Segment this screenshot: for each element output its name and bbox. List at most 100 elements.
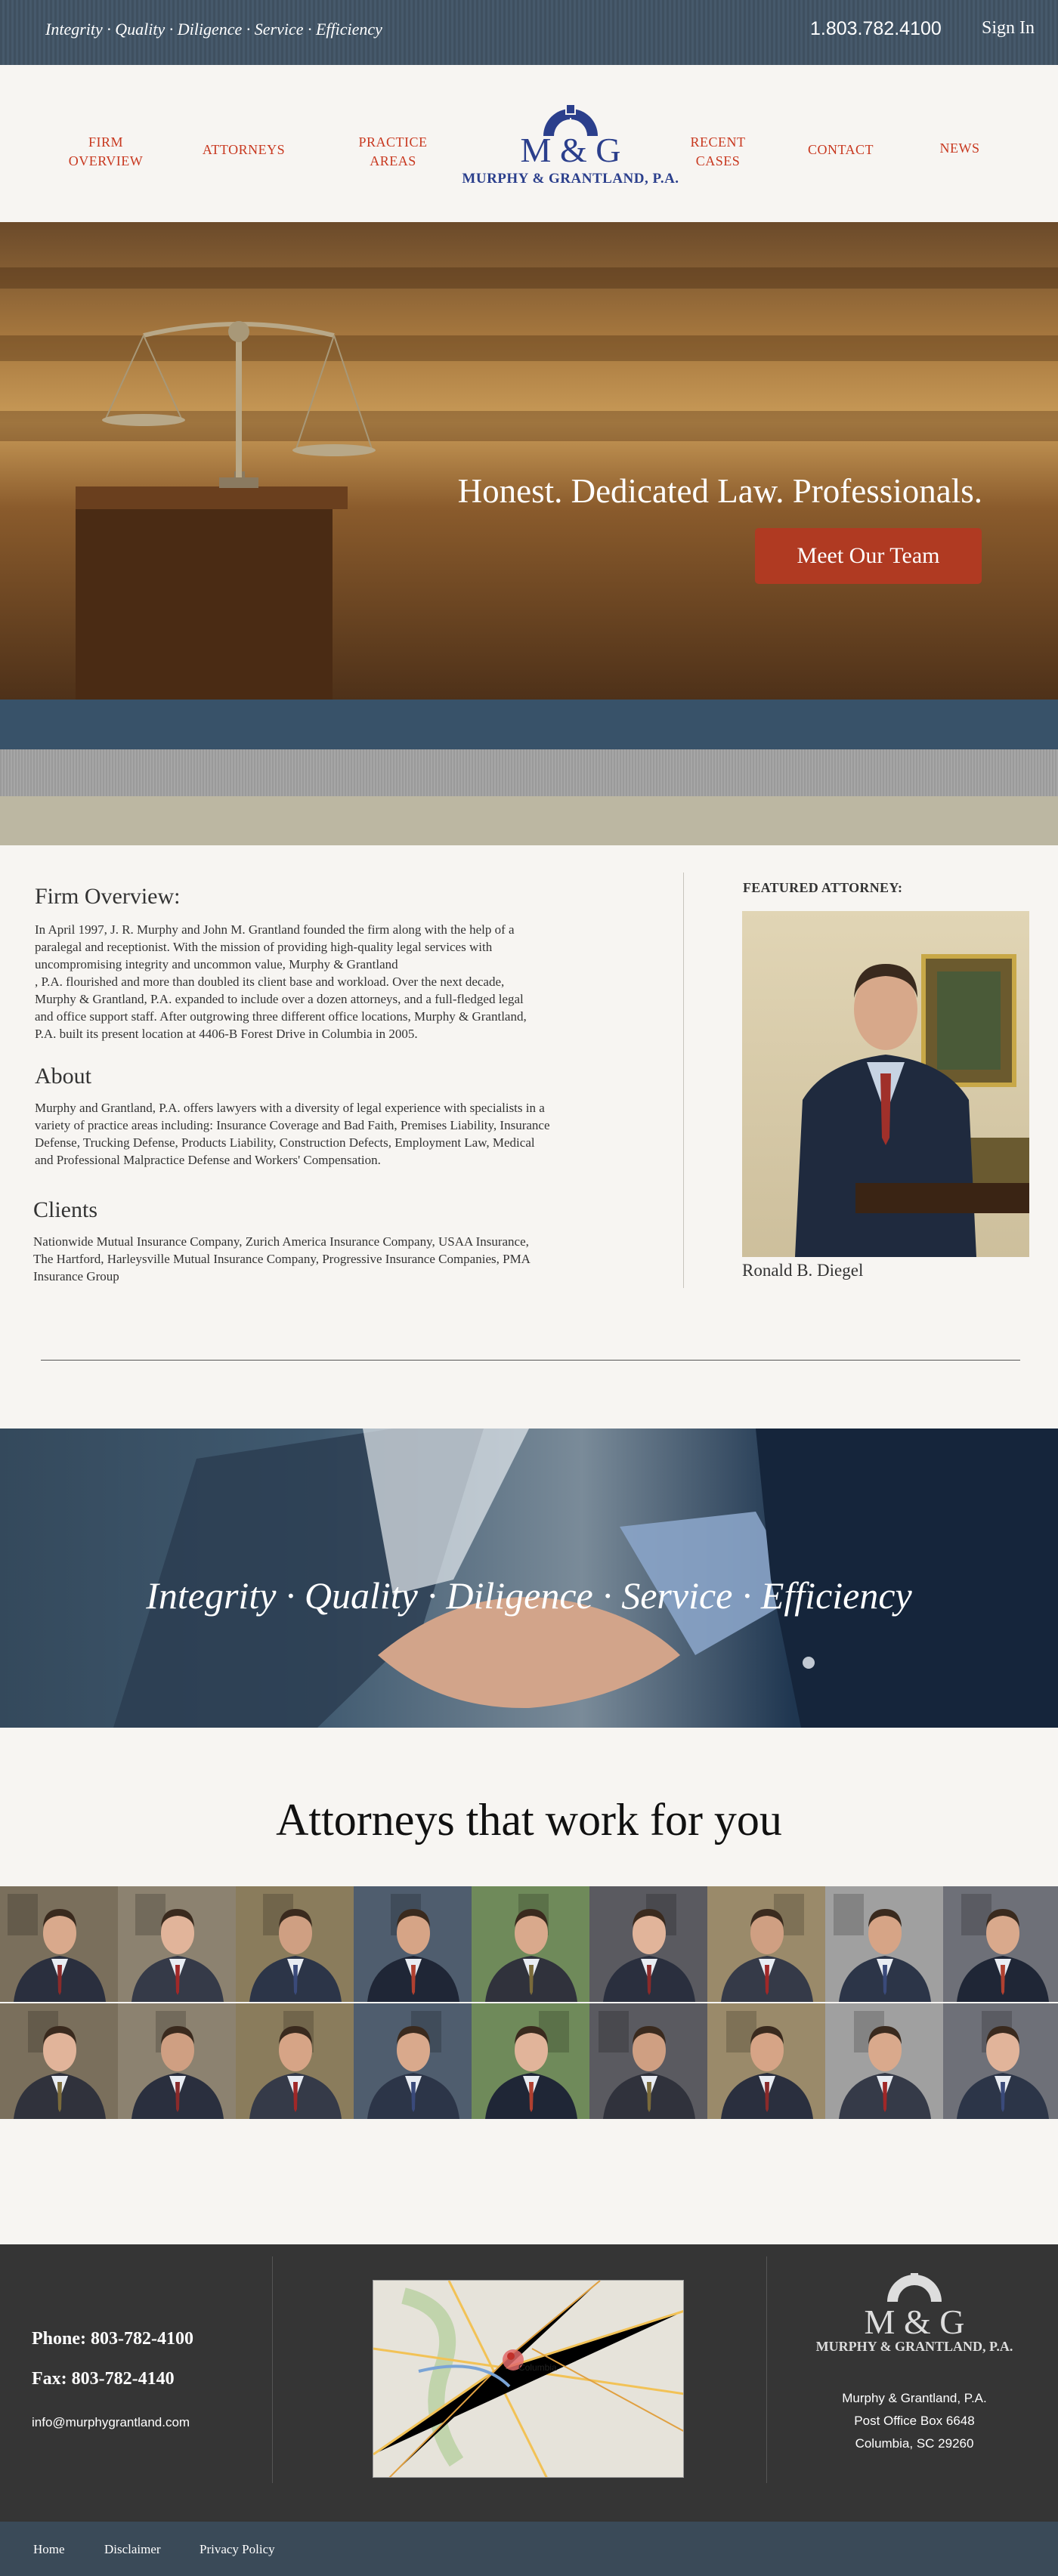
attorney-thumbnail[interactable] <box>707 1886 827 2002</box>
text-line: Murphy and Grantland, P.A. offers lawyer… <box>35 1101 545 1115</box>
attorney-thumbnail[interactable] <box>825 1886 945 2002</box>
nav-label: PRACTICE <box>358 134 428 150</box>
footer-fax: Fax: 803-782-4140 <box>32 2369 175 2389</box>
nav-contact[interactable]: CONTACT <box>797 141 884 159</box>
text-line: variety of practice areas including: Ins… <box>35 1118 550 1132</box>
attorney-thumbnail[interactable] <box>472 2003 591 2119</box>
attorney-portrait-icon <box>599 2011 695 2119</box>
text-line: P.A. built its present location at 4406-… <box>35 1027 418 1041</box>
text-line: Defense, Trucking Defense, Products Liab… <box>35 1135 535 1150</box>
attorney-thumbnail[interactable] <box>707 2003 827 2119</box>
about-text: Murphy and Grantland, P.A. offers lawyer… <box>35 1099 654 1169</box>
sign-in-link[interactable]: Sign In <box>982 18 1035 39</box>
featured-attorney-name[interactable]: Ronald B. Diegel <box>742 1261 863 1280</box>
attorney-thumbnail[interactable] <box>118 1886 237 2002</box>
footer-link-privacy-policy[interactable]: Privacy Policy <box>200 2542 275 2557</box>
footer-link-home[interactable]: Home <box>33 2542 65 2557</box>
attorney-thumbnail[interactable] <box>472 1886 591 2002</box>
text-line: The Hartford, Harleysville Mutual Insura… <box>33 1252 531 1266</box>
attorney-portrait-icon <box>485 1894 577 2002</box>
attorney-thumbnail[interactable] <box>0 1886 119 2002</box>
attorney-portrait-icon <box>721 2011 813 2119</box>
attorney-portrait-icon <box>367 1894 459 2002</box>
decorative-band <box>0 796 1058 845</box>
attorney-portrait-icon <box>795 954 1029 1257</box>
nav-label: NEWS <box>939 141 980 156</box>
nav-attorneys[interactable]: ATTORNEYS <box>196 141 291 159</box>
attorney-portrait-icon <box>131 2011 224 2119</box>
tagline: Integrity · Quality · Diligence · Servic… <box>45 20 382 39</box>
office-map[interactable]: Columbia <box>373 2280 684 2478</box>
map-icon <box>373 2281 683 2477</box>
attorney-thumbnail[interactable] <box>354 1886 473 2002</box>
nav-practice-areas[interactable]: PRACTICE AREAS <box>348 133 438 171</box>
featured-attorney-photo[interactable] <box>742 911 1029 1257</box>
content-divider <box>683 873 684 1288</box>
attorney-thumbnail[interactable] <box>354 2003 473 2119</box>
attorney-portrait-icon <box>839 2011 931 2119</box>
attorney-portrait-icon <box>603 1894 695 2002</box>
footer-phone[interactable]: Phone: 803-782-4100 <box>32 2329 193 2349</box>
footer-logo-firm-name: MURPHY & GRANTLAND, P.A. <box>815 2339 1013 2354</box>
attorney-portrait-icon <box>957 2011 1049 2119</box>
attorney-thumbnail[interactable] <box>943 1886 1058 2002</box>
text-line: Nationwide Mutual Insurance Company, Zur… <box>33 1234 529 1249</box>
attorney-thumbnail[interactable] <box>118 2003 237 2119</box>
clients-text: Nationwide Mutual Insurance Company, Zur… <box>33 1233 653 1285</box>
text-line: and office support staff. After outgrowi… <box>35 1009 527 1024</box>
scales-of-justice-icon <box>76 321 376 700</box>
attorney-thumbnail[interactable] <box>236 1886 355 2002</box>
footer-address-line: Post Office Box 6648 <box>854 2414 975 2428</box>
attorney-portrait-icon <box>485 2011 577 2119</box>
text-line: and Professional Malpractice Defense and… <box>35 1153 381 1167</box>
phone-number[interactable]: 1.803.782.4100 <box>810 18 942 40</box>
firm-overview-text: In April 1997, J. R. Murphy and John M. … <box>35 921 654 1042</box>
values-banner-text: Integrity · Quality · Diligence · Servic… <box>146 1574 912 1617</box>
map-city-label: Columbia <box>518 2362 557 2373</box>
meet-our-team-button[interactable]: Meet Our Team <box>755 528 982 584</box>
text-line: uncompromising integrity and uncommon va… <box>35 957 398 971</box>
attorney-portrait-icon <box>249 1894 342 2002</box>
clients-title: Clients <box>33 1197 98 1222</box>
footer-address-line: Murphy & Grantland, P.A. <box>842 2391 987 2405</box>
nav-label: RECENT <box>690 134 746 150</box>
attorney-thumbnail[interactable] <box>825 2003 945 2119</box>
footer-logo-monogram: M & G <box>864 2303 965 2341</box>
hero-heading: Honest. Dedicated Law. Professionals. <box>457 472 982 510</box>
nav-news[interactable]: NEWS <box>930 139 990 158</box>
nav-label: AREAS <box>370 153 416 168</box>
attorney-thumbnail[interactable] <box>0 2003 119 2119</box>
attorney-thumbnail[interactable] <box>589 1886 709 2002</box>
decorative-band <box>0 700 1058 749</box>
attorney-portrait-icon <box>131 1894 224 2002</box>
attorney-portrait-icon <box>721 1894 813 2002</box>
attorney-portrait-icon <box>834 1894 931 2002</box>
text-line: Murphy & Grantland, P.A. expanded to inc… <box>35 992 524 1006</box>
attorney-portrait-icon <box>367 2011 459 2119</box>
nav-label: CASES <box>695 153 741 168</box>
site-footer: Phone: 803-782-4100 Fax: 803-782-4140 in… <box>0 2244 1058 2522</box>
site-header: FIRM OVERVIEW ATTORNEYS PRACTICE AREAS M… <box>0 65 1058 222</box>
attorney-portrait-icon <box>957 1894 1049 2002</box>
section-divider <box>41 1360 1020 1361</box>
about-title: About <box>35 1064 91 1089</box>
nav-label: CONTACT <box>807 142 874 157</box>
attorney-grid <box>0 1886 1058 2120</box>
attorney-thumbnail[interactable] <box>589 2003 709 2119</box>
footer-link-disclaimer[interactable]: Disclaimer <box>104 2542 161 2557</box>
footer-divider <box>766 2256 767 2483</box>
nav-recent-cases[interactable]: RECENT CASES <box>673 133 763 171</box>
attorney-portrait-icon <box>249 2011 342 2119</box>
text-line: In April 1997, J. R. Murphy and John M. … <box>35 922 515 937</box>
firm-overview-title: Firm Overview: <box>35 884 181 909</box>
footer-email-link[interactable]: info@murphygrantland.com <box>32 2415 190 2430</box>
text-line: , P.A. flourished and more than doubled … <box>35 974 505 989</box>
attorney-thumbnail[interactable] <box>236 2003 355 2119</box>
site-logo[interactable]: M & G MURPHY & GRANTLAND, P.A. <box>446 103 695 193</box>
logo-monogram: M & G <box>520 131 621 169</box>
attorney-thumbnail[interactable] <box>943 2003 1058 2119</box>
decorative-band <box>0 749 1058 796</box>
attorneys-heading: Attorneys that work for you <box>276 1795 782 1845</box>
nav-label: ATTORNEYS <box>202 142 286 157</box>
nav-firm-overview[interactable]: FIRM OVERVIEW <box>60 133 151 171</box>
